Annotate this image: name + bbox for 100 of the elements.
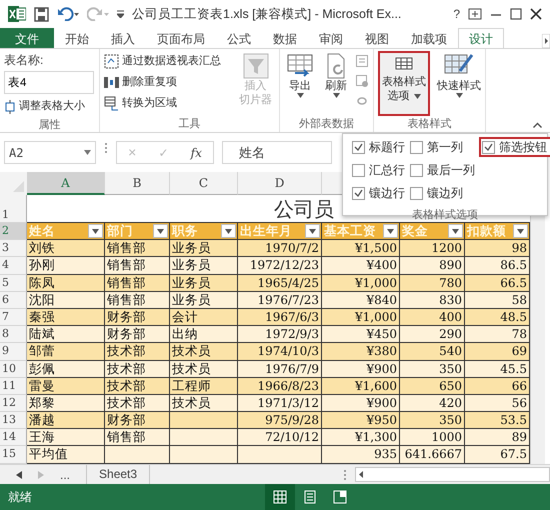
formula-field[interactable]: 姓名 [222, 141, 332, 164]
table-cell: 技术部 [105, 360, 170, 378]
row-header[interactable]: 14 [0, 429, 27, 446]
row-header[interactable]: 13 [0, 412, 27, 430]
table-cell: 1976/7/9 [238, 360, 322, 378]
checkbox-label[interactable]: 标题行 [369, 138, 405, 156]
table-cell: ¥1,500 [322, 240, 400, 258]
tool-button[interactable]: 转换为区域 [104, 93, 221, 114]
table-cell: 出纳 [170, 326, 238, 344]
more-sheets-button[interactable]: ... [60, 466, 70, 484]
row-header[interactable]: 6 [0, 292, 27, 309]
table-cell: 业务员 [170, 274, 238, 292]
column-heading: 职务 [172, 224, 198, 238]
ribbon-tab[interactable]: 设计 [458, 28, 504, 48]
table-cell: 技术员 [170, 343, 238, 360]
table-cell: 98 [465, 240, 530, 258]
column-header[interactable]: D [238, 172, 322, 195]
table-cell: ¥950 [322, 412, 400, 430]
table-cell: 86.5 [465, 257, 530, 275]
table-cell: 780 [400, 274, 465, 292]
row-header[interactable]: 7 [0, 308, 27, 326]
table-name-field[interactable]: 表4 [4, 71, 94, 94]
table-cell: 技术部 [105, 378, 170, 395]
table-cell: 89 [465, 429, 530, 446]
group-label: 外部表数据 [298, 116, 355, 132]
table-cell: 1200 [400, 240, 465, 258]
table-cell: 业务员 [170, 292, 238, 309]
column-heading: 扣款额 [467, 224, 506, 238]
table-cell: 56 [465, 394, 530, 412]
table-cell: 66 [465, 378, 530, 395]
row-header[interactable]: 4 [0, 257, 27, 275]
row-header[interactable]: 8 [0, 326, 27, 344]
table-cell: ¥840 [322, 292, 400, 309]
table-cell: ¥400 [322, 257, 400, 275]
ribbon-tab[interactable]: 公式 [216, 28, 262, 48]
column-header[interactable]: C [170, 172, 238, 195]
checkbox-label[interactable]: 最后一列 [427, 161, 475, 179]
row-header[interactable]: 3 [0, 240, 27, 258]
table-cell: 1967/6/3 [238, 308, 322, 326]
help-button[interactable]: ? [453, 5, 460, 23]
ribbon-tab[interactable]: 视图 [354, 28, 400, 48]
row-header[interactable]: 10 [0, 360, 27, 378]
table-cell: 72/10/12 [238, 429, 322, 446]
checkbox-label[interactable]: 第一列 [427, 138, 463, 156]
table-cell: 540 [400, 343, 465, 360]
ribbon-button[interactable]: 刷新 [320, 51, 352, 116]
table-cell: 420 [400, 394, 465, 412]
table-cell: 650 [400, 378, 465, 395]
checkbox-label[interactable]: 镶边列 [427, 184, 463, 202]
checkbox-label[interactable]: 镶边行 [369, 184, 405, 202]
checkbox-label[interactable]: 汇总行 [369, 161, 405, 179]
ribbon-tab[interactable]: 加载项 [400, 28, 458, 48]
row-header[interactable]: 5 [0, 274, 27, 292]
row-header[interactable]: 15 [0, 446, 27, 464]
column-heading: 基本工资 [324, 224, 376, 238]
status-text: 就绪 [7, 489, 33, 506]
table-cell: 66.5 [465, 274, 530, 292]
table-cell: 陈凤 [27, 274, 105, 292]
table-cell: 销售部 [105, 429, 170, 446]
table-cell: 销售部 [105, 274, 170, 292]
insert-function-button[interactable]: fx [190, 144, 202, 162]
quick-styles-button[interactable]: 快速样式 [434, 51, 484, 116]
table-cell: ¥1,600 [322, 378, 400, 395]
field-label: 表名称: [4, 52, 44, 69]
table-cell: 58 [465, 292, 530, 309]
table-cell: 1970/7/2 [238, 240, 322, 258]
column-header[interactable]: B [105, 172, 170, 195]
table-cell: 财务部 [105, 326, 170, 344]
table-cell: 290 [400, 326, 465, 344]
table-cell: 1972/9/3 [238, 326, 322, 344]
checkbox-label[interactable]: 筛选按钮 [499, 138, 547, 156]
table-cell: ¥450 [322, 326, 400, 344]
ribbon-tab[interactable]: 页面布局 [146, 28, 216, 48]
ribbon-tab[interactable]: 插入 [100, 28, 146, 48]
tool-button[interactable]: 通过数据透视表汇总 [104, 51, 221, 72]
table-cell: 雷曼 [27, 378, 105, 395]
row-header[interactable]: 9 [0, 343, 27, 360]
table-cell: ¥1,000 [322, 308, 400, 326]
table-cell: 销售部 [105, 292, 170, 309]
sheet-tab[interactable]: Sheet3 [86, 465, 150, 484]
name-box[interactable]: A2 [4, 141, 96, 164]
ribbon-tab[interactable]: 开始 [54, 28, 100, 48]
table-cell: 53.5 [465, 412, 530, 430]
table-cell: 1972/12/23 [238, 257, 322, 275]
row-header[interactable]: 12 [0, 394, 27, 412]
resize-table-button[interactable]: 调整表格大小 [4, 96, 95, 117]
ribbon-tab[interactable]: 审阅 [308, 28, 354, 48]
file-tab[interactable]: 文件 [0, 28, 54, 48]
table-cell: ¥1,300 [322, 429, 400, 446]
table-cell: 邹蕾 [27, 343, 105, 360]
column-header[interactable]: A [27, 172, 105, 195]
row-header[interactable]: 2 [0, 223, 27, 240]
ribbon-button[interactable]: 导出 [284, 51, 316, 116]
table-style-options-button[interactable]: 表格样式 选项 [378, 51, 430, 116]
table-cell: 975/9/28 [238, 412, 322, 430]
table-cell: 69 [465, 343, 530, 360]
tool-button[interactable]: 删除重复项 [104, 72, 221, 93]
row-header[interactable]: 11 [0, 378, 27, 395]
row-header[interactable]: 1 [0, 195, 27, 223]
ribbon-tab[interactable]: 数据 [262, 28, 308, 48]
